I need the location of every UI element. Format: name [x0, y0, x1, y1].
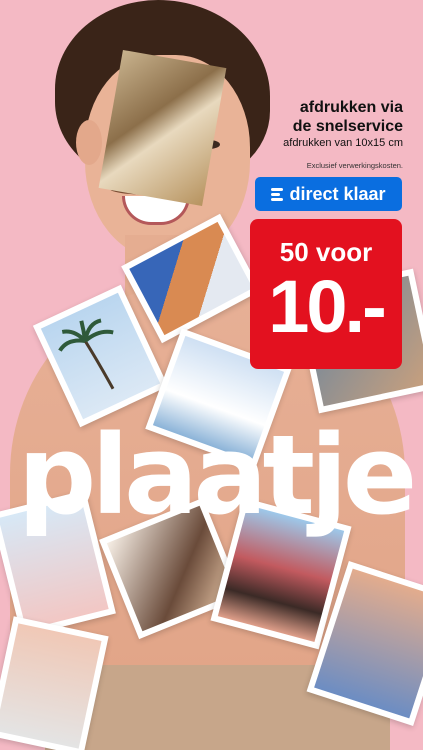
direct-klaar-button[interactable]: direct klaar [255, 177, 402, 211]
info-title-line1: afdrukken via [299, 99, 403, 116]
info-title-line2: de snelservice [292, 118, 403, 135]
info-block: afdrukken via de snelservice afdrukken v… [203, 98, 403, 170]
info-note: Exclusief verwerkingskosten. [306, 161, 403, 170]
headline: plaatje [17, 411, 418, 539]
price-top: 50 voor [279, 237, 373, 267]
ear [76, 120, 102, 165]
cta-label: direct klaar [289, 183, 386, 204]
price-amount: 10.- [268, 265, 387, 348]
price-badge: 50 voor 10.- [250, 219, 402, 369]
info-subtitle: afdrukken van 10x15 cm [283, 137, 403, 149]
menu-lines-icon [271, 187, 284, 201]
